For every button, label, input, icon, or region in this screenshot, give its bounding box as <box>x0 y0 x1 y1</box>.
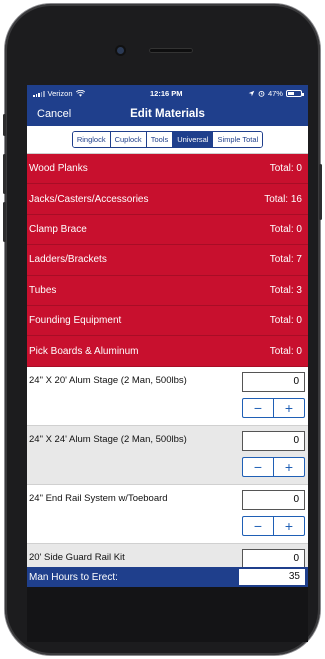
category-name: Jacks/Casters/Accessories <box>29 193 149 205</box>
quantity-input[interactable]: 0 <box>242 548 305 569</box>
category-list: Wood Planks Total: 0 Jacks/Casters/Acces… <box>27 154 308 367</box>
material-item-list: 24" X 20' Alum Stage (2 Man, 500lbs) 0 −… <box>27 366 308 587</box>
item-name: 24" End Rail System w/Toeboard <box>29 492 168 504</box>
power-button <box>319 164 322 220</box>
category-name: Clamp Brace <box>29 223 87 235</box>
quantity-stepper: − + <box>242 515 305 536</box>
item-name: 24" X 20' Alum Stage (2 Man, 500lbs) <box>29 374 187 386</box>
page-title: Edit Materials <box>130 108 205 120</box>
man-hours-field[interactable]: 35 <box>239 569 305 585</box>
category-total: Total: 7 <box>269 254 302 266</box>
category-total: Total: 0 <box>269 223 302 235</box>
category-total: Total: 0 <box>269 163 302 175</box>
category-name: Tubes <box>29 284 57 296</box>
decrement-button[interactable]: − <box>243 517 273 535</box>
decrement-button[interactable]: − <box>243 399 273 417</box>
category-row-ladders-brackets[interactable]: Ladders/Brackets Total: 7 <box>27 245 308 276</box>
quantity-stepper: − + <box>242 456 305 477</box>
phone-bottom-bezel <box>27 587 308 642</box>
category-total: Total: 0 <box>269 345 302 357</box>
category-name: Ladders/Brackets <box>29 254 107 266</box>
material-type-segmented-control: Ringlock Cuplock Tools Universal Simple … <box>71 131 264 148</box>
list-item: 24" X 20' Alum Stage (2 Man, 500lbs) 0 −… <box>27 366 308 426</box>
decrement-button[interactable]: − <box>243 458 273 476</box>
location-arrow-icon <box>248 90 255 97</box>
category-row-pick-boards-aluminum[interactable]: Pick Boards & Aluminum Total: 0 <box>27 336 308 367</box>
category-name: Wood Planks <box>29 163 88 175</box>
battery-percent: 47% <box>267 89 283 98</box>
category-total: Total: 3 <box>269 284 302 296</box>
wifi-icon <box>75 90 85 97</box>
segment-bar: Ringlock Cuplock Tools Universal Simple … <box>27 126 308 154</box>
status-bar: Verizon 12:16 PM 47% <box>27 85 308 102</box>
category-row-wood-planks[interactable]: Wood Planks Total: 0 <box>27 154 308 185</box>
cell-signal-icon <box>33 90 45 97</box>
volume-down-button <box>3 202 6 242</box>
category-row-tubes[interactable]: Tubes Total: 3 <box>27 275 308 306</box>
increment-button[interactable]: + <box>273 516 304 535</box>
quantity-input[interactable]: 0 <box>242 489 305 510</box>
app-screen: Verizon 12:16 PM 47% Cancel Edit Materia… <box>27 85 308 587</box>
carrier-name: Verizon <box>47 89 73 98</box>
status-time: 12:16 PM <box>149 89 183 98</box>
man-hours-footer: Man Hours to Erect: 35 <box>27 567 308 587</box>
quantity-stepper: − + <box>242 397 305 418</box>
man-hours-label: Man Hours to Erect: <box>29 571 118 583</box>
segment-universal[interactable]: Universal <box>172 132 213 147</box>
category-row-founding-equipment[interactable]: Founding Equipment Total: 0 <box>27 305 308 337</box>
category-total: Total: 16 <box>264 193 302 205</box>
segment-ringlock[interactable]: Ringlock <box>72 132 110 147</box>
category-row-clamp-brace[interactable]: Clamp Brace Total: 0 <box>27 214 308 246</box>
category-row-jacks-casters-accessories[interactable]: Jacks/Casters/Accessories Total: 16 <box>27 184 308 215</box>
segment-tools[interactable]: Tools <box>145 132 173 147</box>
cancel-button[interactable]: Cancel <box>37 108 71 120</box>
increment-button[interactable]: + <box>273 398 304 417</box>
quantity-input[interactable]: 0 <box>242 371 305 392</box>
volume-up-button <box>3 154 6 194</box>
mute-switch <box>3 114 6 136</box>
earpiece-speaker <box>149 48 193 53</box>
battery-icon <box>285 90 304 97</box>
navigation-bar: Cancel Edit Materials <box>27 102 308 126</box>
front-camera-icon <box>117 47 124 54</box>
increment-button[interactable]: + <box>273 457 304 476</box>
quantity-input[interactable]: 0 <box>242 430 305 451</box>
category-name: Pick Boards & Aluminum <box>29 345 139 357</box>
segment-cuplock[interactable]: Cuplock <box>109 132 146 147</box>
alarm-icon <box>258 90 265 97</box>
segment-simple-total[interactable]: Simple Total <box>212 132 263 147</box>
category-total: Total: 0 <box>269 315 302 327</box>
category-name: Founding Equipment <box>29 315 122 327</box>
item-name: 20' Side Guard Rail Kit <box>29 551 125 563</box>
item-name: 24" X 24' Alum Stage (2 Man, 500lbs) <box>29 433 187 445</box>
list-item: 24" End Rail System w/Toeboard 0 − + <box>27 484 308 544</box>
list-item: 24" X 24' Alum Stage (2 Man, 500lbs) 0 −… <box>27 425 308 485</box>
